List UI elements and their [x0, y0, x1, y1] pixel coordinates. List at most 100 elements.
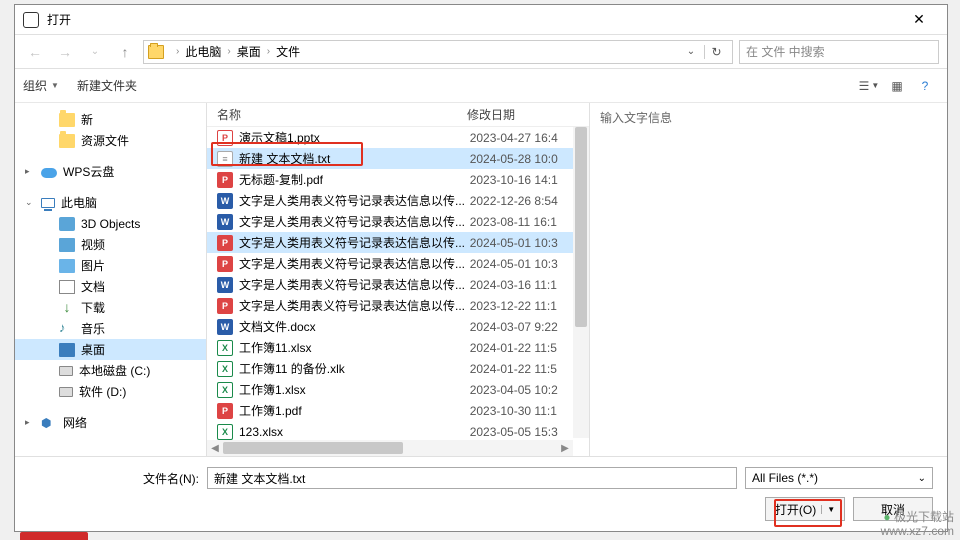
file-date: 2024-05-01 10:3 — [470, 257, 589, 271]
filename-input[interactable] — [207, 467, 737, 489]
file-row[interactable]: P文字是人类用表义符号记录表达信息以传...2024-05-01 10:3 — [207, 232, 589, 253]
file-row[interactable]: W文字是人类用表义符号记录表达信息以传...2024-03-16 11:1 — [207, 274, 589, 295]
network-icon: ⬢ — [41, 416, 57, 430]
breadcrumb[interactable]: › 此电脑 › 桌面 › 文件 ⌄ ↻ — [143, 40, 733, 64]
file-name: 工作簿1.xlsx — [239, 381, 470, 398]
column-modified[interactable]: 修改日期 — [467, 106, 587, 123]
file-row[interactable]: ≡新建 文本文档.txt2024-05-28 10:0 — [207, 148, 589, 169]
search-input[interactable]: 在 文件 中搜索 — [739, 40, 939, 64]
file-row[interactable]: X工作簿11 的备份.xlk2024-01-22 11:5 — [207, 358, 589, 379]
file-list-pane: 名称 修改日期 P演示文稿1.pptx2023-04-27 16:4≡新建 文本… — [207, 103, 589, 456]
up-button[interactable]: ↑ — [113, 40, 137, 64]
file-row[interactable]: X工作簿11.xlsx2024-01-22 11:5 — [207, 337, 589, 358]
background-button-fragment — [20, 532, 88, 540]
help-icon[interactable]: ? — [911, 75, 939, 97]
file-name: 新建 文本文档.txt — [239, 150, 470, 167]
file-row[interactable]: W文字是人类用表义符号记录表达信息以传...2023-08-11 16:1 — [207, 211, 589, 232]
collapse-icon[interactable]: ⌄ — [25, 197, 35, 208]
column-headers: 名称 修改日期 — [207, 103, 589, 127]
file-row[interactable]: W文字是人类用表义符号记录表达信息以传...2022-12-26 8:54 — [207, 190, 589, 211]
scrollbar-thumb[interactable] — [575, 127, 587, 327]
file-date: 2023-10-16 14:1 — [470, 173, 589, 187]
file-name: 文字是人类用表义符号记录表达信息以传... — [239, 297, 470, 314]
file-date: 2023-12-22 11:1 — [470, 299, 589, 313]
folder-icon — [59, 113, 75, 127]
sidebar-item-videos[interactable]: 视频 — [15, 234, 206, 255]
cancel-button[interactable]: 取消 — [853, 497, 933, 521]
folder-icon — [148, 45, 164, 59]
docx-file-icon: W — [217, 193, 233, 209]
file-row[interactable]: P无标题-复制.pdf2023-10-16 14:1 — [207, 169, 589, 190]
view-options-icon[interactable]: ☰▼ — [855, 75, 883, 97]
sidebar-item-network[interactable]: ▸⬢网络 — [15, 412, 206, 433]
file-row[interactable]: X123.xlsx2023-05-05 15:3 — [207, 421, 589, 442]
new-folder-button[interactable]: 新建文件夹 — [77, 77, 137, 94]
file-name: 文字是人类用表义符号记录表达信息以传... — [239, 276, 470, 293]
pdf-file-icon: P — [217, 235, 233, 251]
file-name: 文字是人类用表义符号记录表达信息以传... — [239, 255, 470, 272]
horizontal-scrollbar[interactable]: ◀ ▶ — [207, 440, 573, 456]
sidebar-item-downloads[interactable]: ↓下载 — [15, 297, 206, 318]
txt-file-icon: ≡ — [217, 151, 233, 167]
file-row[interactable]: X工作簿1.xlsx2023-04-05 10:2 — [207, 379, 589, 400]
file-name: 123.xlsx — [239, 425, 470, 439]
sidebar-item-drive-c[interactable]: 本地磁盘 (C:) — [15, 360, 206, 381]
file-name: 文档文件.docx — [239, 318, 470, 335]
file-name: 演示文稿1.pptx — [239, 129, 470, 146]
breadcrumb-item[interactable]: 桌面 — [237, 43, 261, 60]
sidebar-item-music[interactable]: ♪音乐 — [15, 318, 206, 339]
sidebar-item-new[interactable]: 新 — [15, 109, 206, 130]
file-list[interactable]: P演示文稿1.pptx2023-04-27 16:4≡新建 文本文档.txt20… — [207, 127, 589, 456]
back-button[interactable]: ← — [23, 40, 47, 64]
chevron-right-icon: › — [176, 46, 179, 57]
docx-file-icon: W — [217, 319, 233, 335]
file-name: 文字是人类用表义符号记录表达信息以传... — [239, 234, 470, 251]
scroll-left-icon[interactable]: ◀ — [207, 443, 223, 454]
preview-pane-icon[interactable]: ▦ — [883, 75, 911, 97]
vertical-scrollbar[interactable] — [573, 127, 589, 438]
file-row[interactable]: P演示文稿1.pptx2023-04-27 16:4 — [207, 127, 589, 148]
docx-file-icon: W — [217, 277, 233, 293]
breadcrumb-item[interactable]: 文件 — [276, 43, 300, 60]
scroll-right-icon[interactable]: ▶ — [557, 443, 573, 454]
chevron-right-icon: › — [267, 46, 270, 57]
drive-icon — [59, 387, 73, 397]
sidebar-item-wps-cloud[interactable]: ▸WPS云盘 — [15, 161, 206, 182]
sidebar-item-this-pc[interactable]: ⌄此电脑 — [15, 192, 206, 213]
chevron-down-icon: ▼ — [821, 505, 835, 514]
file-type-filter[interactable]: All Files (*.*) ⌄ — [745, 467, 933, 489]
sidebar-item-3d-objects[interactable]: 3D Objects — [15, 213, 206, 234]
video-icon — [59, 238, 75, 252]
navigation-bar: ← → ⌄ ↑ › 此电脑 › 桌面 › 文件 ⌄ ↻ 在 文件 中搜索 — [15, 35, 947, 69]
column-name[interactable]: 名称 — [207, 106, 467, 123]
file-date: 2023-10-30 11:1 — [470, 404, 589, 418]
sidebar-item-documents[interactable]: 文档 — [15, 276, 206, 297]
refresh-icon[interactable]: ↻ — [704, 45, 728, 59]
forward-button[interactable]: → — [53, 40, 77, 64]
close-icon[interactable]: ✕ — [899, 11, 939, 28]
recent-dropdown-icon[interactable]: ⌄ — [83, 40, 107, 64]
pptx-file-icon: P — [217, 130, 233, 146]
window-title: 打开 — [47, 11, 899, 28]
file-date: 2024-03-07 9:22 — [470, 320, 589, 334]
breadcrumb-history-dropdown[interactable]: ⌄ — [682, 46, 700, 57]
filename-label: 文件名(N): — [29, 470, 199, 487]
file-name: 工作簿11.xlsx — [239, 339, 470, 356]
desktop-icon — [59, 343, 75, 357]
expand-icon[interactable]: ▸ — [25, 166, 35, 177]
sidebar-item-pictures[interactable]: 图片 — [15, 255, 206, 276]
file-row[interactable]: P文字是人类用表义符号记录表达信息以传...2024-05-01 10:3 — [207, 253, 589, 274]
sidebar-item-desktop[interactable]: 桌面 — [15, 339, 206, 360]
xlsx-file-icon: X — [217, 424, 233, 440]
organize-menu[interactable]: 组织 ▼ — [23, 77, 59, 94]
expand-icon[interactable]: ▸ — [25, 417, 35, 428]
chevron-down-icon: ▼ — [51, 81, 59, 90]
file-row[interactable]: W 文档文件.docx2024-03-07 9:22 — [207, 316, 589, 337]
scrollbar-thumb[interactable] — [223, 442, 403, 454]
file-row[interactable]: P文字是人类用表义符号记录表达信息以传...2023-12-22 11:1 — [207, 295, 589, 316]
open-button[interactable]: 打开(O) ▼ — [765, 497, 845, 521]
breadcrumb-item[interactable]: 此电脑 — [185, 43, 221, 60]
file-row[interactable]: P工作簿1.pdf2023-10-30 11:1 — [207, 400, 589, 421]
sidebar-item-drive-d[interactable]: 软件 (D:) — [15, 381, 206, 402]
sidebar-item-resources[interactable]: 资源文件 — [15, 130, 206, 151]
